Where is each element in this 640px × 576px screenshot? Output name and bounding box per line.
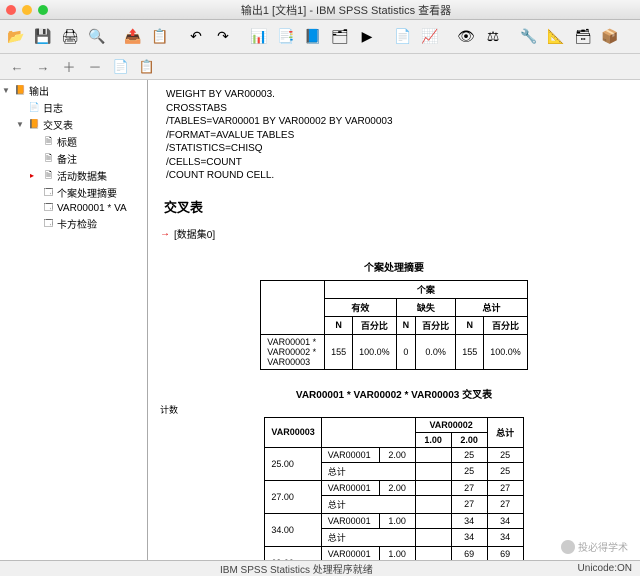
tool4-icon[interactable]: 📦: [598, 25, 622, 49]
tree-crosstab[interactable]: ▼📙交叉表: [2, 116, 145, 133]
export-icon[interactable]: 📤: [121, 25, 145, 49]
save-icon[interactable]: 💾: [31, 25, 55, 49]
dataset-line: →[数据集0]: [160, 226, 630, 241]
tree-notes[interactable]: 🗎备注: [2, 150, 145, 167]
watermark-icon: [561, 540, 575, 554]
undo-icon[interactable]: ↶: [184, 25, 208, 49]
window-title: 输出1 [文档1] - IBM SPSS Statistics 查看器: [58, 2, 634, 18]
titlebar: 输出1 [文档1] - IBM SPSS Statistics 查看器: [0, 0, 640, 20]
outline-tree[interactable]: ▼📙输出 📄日志 ▼📙交叉表 🗎标题 🗎备注 ▸🗎活动数据集 🗔个案处理摘要 🗔…: [0, 80, 148, 560]
tree-summary[interactable]: 🗔个案处理摘要: [2, 184, 145, 201]
variables-icon[interactable]: 📘: [301, 25, 325, 49]
minimize-icon[interactable]: [22, 5, 32, 15]
preview-icon[interactable]: 🔍: [85, 25, 109, 49]
redo-icon[interactable]: ↷: [211, 25, 235, 49]
print-icon[interactable]: 🖨: [58, 25, 82, 49]
close-icon[interactable]: [6, 5, 16, 15]
status-msg: IBM SPSS Statistics 处理程序就绪: [0, 561, 550, 576]
arrow-icon: →: [160, 228, 170, 239]
insert-icon[interactable]: 📄: [391, 25, 415, 49]
tree-log[interactable]: 📄日志: [2, 99, 145, 116]
chart-icon[interactable]: 📈: [418, 25, 442, 49]
content-pane[interactable]: WEIGHT BY VAR00003.CROSSTABS /TABLES=VAR…: [148, 80, 640, 560]
recall-icon[interactable]: 📋: [148, 25, 172, 49]
tool3-icon[interactable]: 🗃: [571, 25, 595, 49]
show-icon[interactable]: 👁: [454, 25, 478, 49]
back-icon[interactable]: ←: [6, 57, 28, 77]
navbar: ← → ＋ － 📄 📋: [0, 54, 640, 80]
collapse-icon[interactable]: ＋: [58, 57, 80, 77]
select-icon[interactable]: 🗂: [328, 25, 352, 49]
syntax-block: WEIGHT BY VAR00003.CROSSTABS /TABLES=VAR…: [166, 88, 630, 183]
statusbar: IBM SPSS Statistics 处理程序就绪 Unicode:ON: [0, 560, 640, 576]
crosstab-table: VAR00003VAR00002总计 1.002.00 25.00VAR0000…: [264, 417, 523, 561]
tree-chisq[interactable]: 🗔卡方检验: [2, 215, 145, 232]
tree-title[interactable]: 🗎标题: [2, 133, 145, 150]
tree-active[interactable]: ▸🗎活动数据集: [2, 167, 145, 184]
tool2-icon[interactable]: 📐: [544, 25, 568, 49]
open-icon[interactable]: 📂: [4, 25, 28, 49]
crosstab-caption: VAR00001 * VAR00002 * VAR00003 交叉表: [158, 386, 630, 401]
tree-cross[interactable]: 🗔VAR00001 * VA: [2, 201, 145, 215]
toolbar: 📂 💾 🖨 🔍 📤 📋 ↶ ↷ 📊 📑 📘 🗂 ▶ 📄 📈 👁 ⚖ 🔧 📐 🗃 …: [0, 20, 640, 54]
tree-root[interactable]: ▼📙输出: [2, 82, 145, 99]
summary-table: 个案 有效缺失总计 N百分比N百分比N百分比 VAR00001 * VAR000…: [260, 280, 528, 370]
tool1-icon[interactable]: 🔧: [517, 25, 541, 49]
watermark: 投必得学术: [561, 539, 628, 554]
expand-icon[interactable]: －: [84, 57, 106, 77]
run-icon[interactable]: ▶: [355, 25, 379, 49]
status-unicode: Unicode:ON: [550, 563, 640, 574]
forward-icon[interactable]: →: [32, 57, 54, 77]
goto-data-icon[interactable]: 📊: [247, 25, 271, 49]
count-label: 计数: [160, 403, 630, 416]
goto-case-icon[interactable]: 📑: [274, 25, 298, 49]
weight-icon[interactable]: ⚖: [481, 25, 505, 49]
maximize-icon[interactable]: [38, 5, 48, 15]
summary-caption: 个案处理摘要: [158, 259, 630, 274]
demote-icon[interactable]: 📋: [136, 57, 158, 77]
promote-icon[interactable]: 📄: [110, 57, 132, 77]
section-title: 交叉表: [164, 197, 630, 216]
